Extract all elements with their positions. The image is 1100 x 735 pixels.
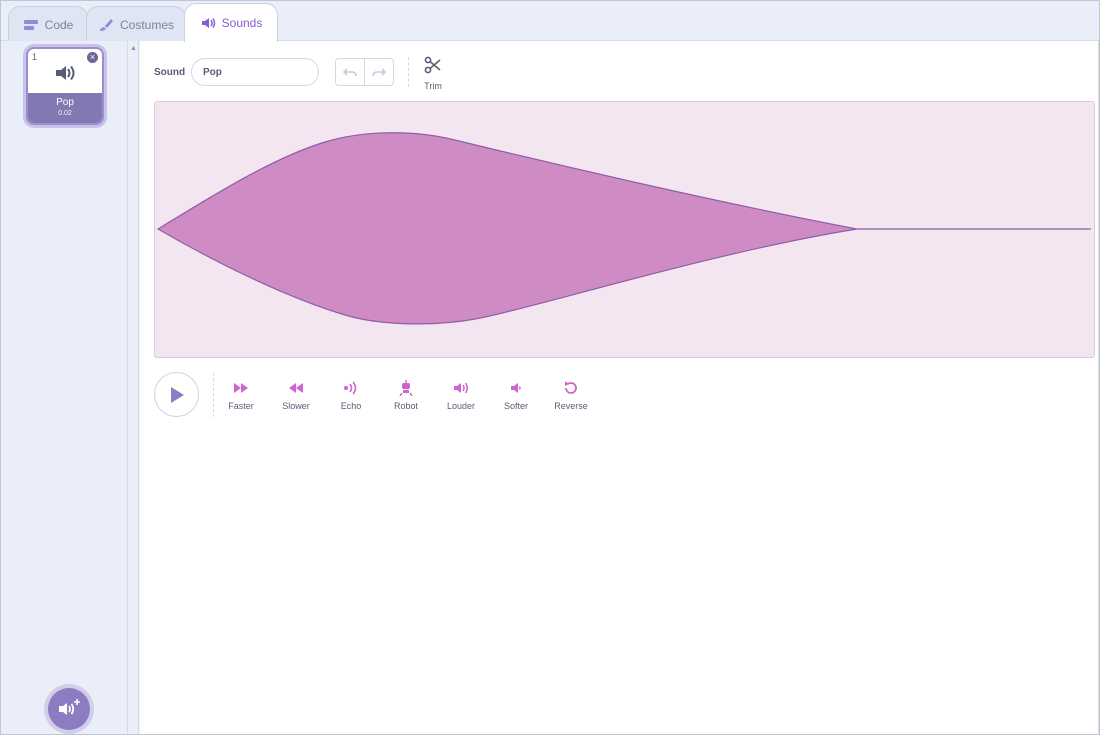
speaker-icon	[200, 16, 216, 30]
undo-redo-group	[335, 58, 394, 86]
tab-code[interactable]: Code	[8, 6, 88, 42]
slower-effect-button[interactable]: Slower	[268, 380, 324, 411]
echo-icon	[344, 381, 357, 395]
tab-sounds[interactable]: Sounds	[184, 3, 278, 42]
slower-icon	[289, 383, 303, 393]
add-sound-button[interactable]	[48, 688, 90, 730]
tab-costumes[interactable]: Costumes	[86, 6, 186, 42]
effect-label: Echo	[340, 401, 362, 411]
echo-effect-button[interactable]: Echo	[323, 380, 379, 411]
louder-effect-button[interactable]: Louder	[433, 380, 489, 411]
play-icon	[170, 386, 184, 403]
reverse-icon	[565, 381, 577, 394]
faster-icon	[234, 383, 248, 393]
sound-item-name: Pop	[56, 97, 74, 108]
redo-button[interactable]	[364, 59, 393, 85]
effect-label: Louder	[446, 401, 476, 411]
waveform-display[interactable]	[154, 101, 1095, 358]
effect-label: Robot	[393, 401, 419, 411]
sound-item-number: 1	[32, 52, 38, 62]
reverse-effect-button[interactable]: Reverse	[543, 380, 599, 411]
faster-effect-button[interactable]: Faster	[213, 380, 269, 411]
effect-label: Faster	[228, 401, 254, 411]
undo-button[interactable]	[336, 59, 364, 85]
scissors-icon	[424, 56, 441, 74]
undo-icon	[343, 68, 357, 77]
speaker-icon	[54, 63, 78, 83]
sound-list-scrollbar[interactable]: ▲	[128, 41, 139, 735]
effect-label: Slower	[282, 401, 310, 411]
trim-label: Trim	[424, 81, 442, 91]
tab-label: Sounds	[221, 16, 263, 30]
softer-icon	[511, 383, 521, 393]
redo-icon	[372, 68, 386, 77]
tab-label: Code	[44, 17, 74, 32]
toolbar-divider	[408, 57, 409, 87]
sound-item-footer: Pop 0.02	[28, 93, 102, 123]
louder-icon	[454, 382, 468, 394]
sound-list-panel	[0, 41, 128, 735]
scroll-up-icon[interactable]: ▲	[130, 45, 137, 53]
play-button[interactable]	[154, 372, 199, 417]
sound-name-label: Sound	[154, 67, 186, 78]
waveform-graph	[156, 132, 1091, 325]
paintbrush-icon	[98, 18, 114, 32]
sound-name-input[interactable]	[191, 58, 319, 86]
add-sound-icon	[59, 699, 80, 715]
code-blocks-icon	[23, 18, 39, 32]
sound-item[interactable]: 1 × Pop 0.02	[26, 47, 104, 125]
editor-tab-bar: Code Costumes Sounds	[0, 0, 1100, 42]
tab-label: Costumes	[119, 17, 175, 32]
effect-label: Reverse	[554, 401, 588, 411]
delete-sound-icon[interactable]: ×	[87, 52, 98, 63]
waveform-shape	[156, 132, 858, 325]
trim-button[interactable]: Trim	[420, 56, 446, 91]
robot-effect-button[interactable]: Robot	[378, 380, 434, 411]
softer-effect-button[interactable]: Softer	[488, 380, 544, 411]
effect-label: Softer	[503, 401, 528, 411]
sound-item-duration: 0.02	[58, 110, 72, 117]
robot-icon	[399, 380, 413, 396]
sound-editor: Sound Trim Faster Slower	[140, 41, 1099, 734]
